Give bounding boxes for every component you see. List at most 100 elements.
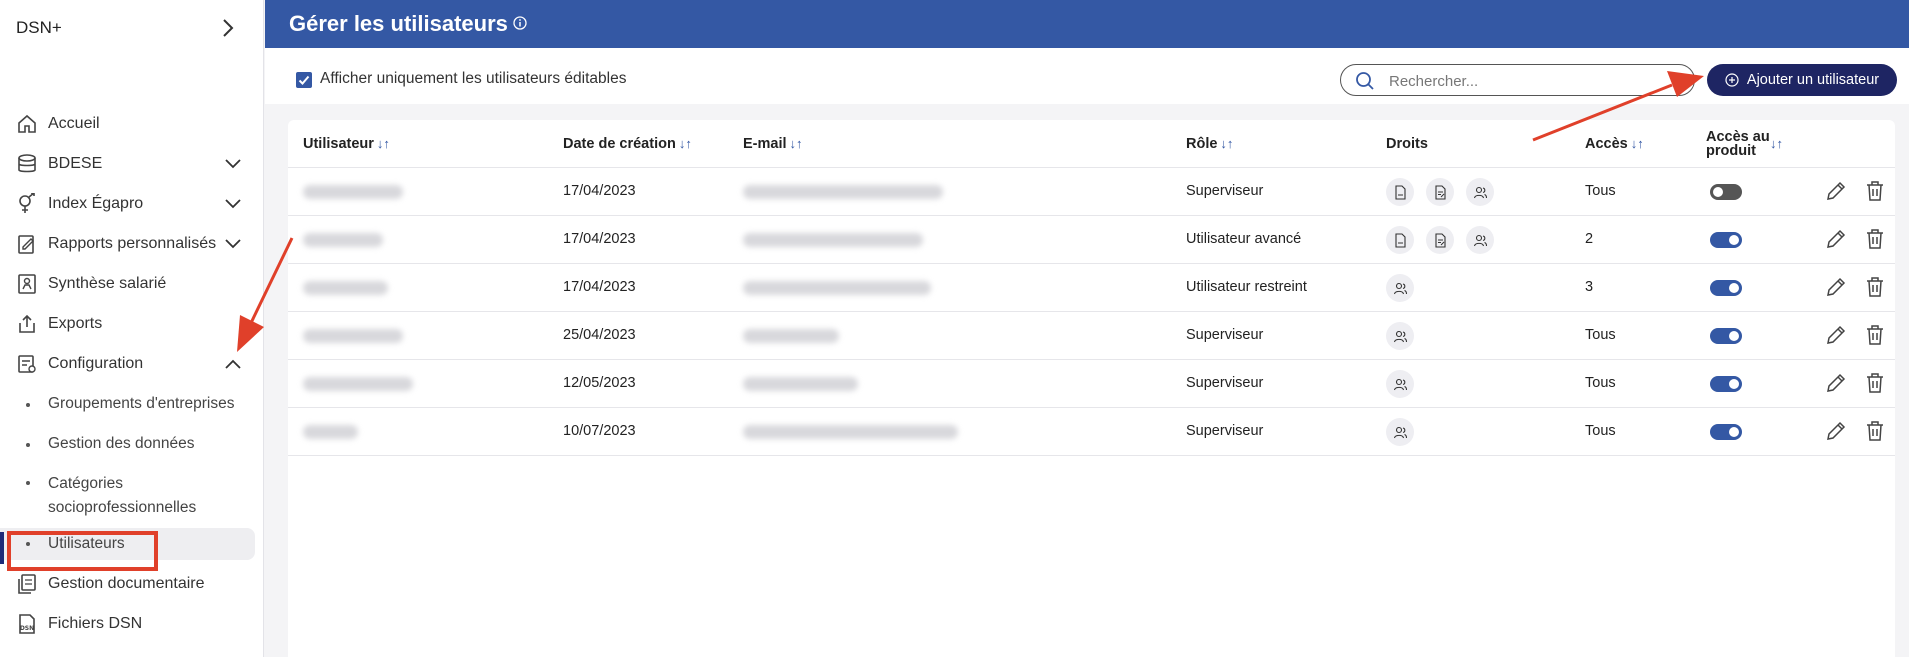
email-redacted [743,425,958,439]
trash-icon[interactable] [1864,372,1886,394]
users-icon[interactable] [1386,274,1414,302]
user-role: Superviseur [1186,183,1264,199]
trash-icon[interactable] [1864,180,1886,202]
sidebar-item-label: BDESE [48,155,103,172]
users-icon[interactable] [1466,178,1494,206]
users-icon[interactable] [1386,322,1414,350]
search-input[interactable] [1389,71,1679,91]
sort-glyph: ↓↑ [1770,136,1783,151]
sidebar-item-accueil[interactable]: Accueil [0,104,264,144]
chevron-right-icon[interactable] [218,16,238,40]
product-access-toggle[interactable] [1710,376,1742,392]
creation-date: 12/05/2023 [563,375,636,391]
users-icon[interactable] [1466,226,1494,254]
trash-icon[interactable] [1864,276,1886,298]
sidebar-subitem-gestion-donnees[interactable]: Gestion des données [0,424,264,464]
table-row[interactable]: 17/04/2023 Utilisateur avancé 2 [288,216,1895,264]
sidebar-subitem-groupements[interactable]: Groupements d'entreprises [0,384,264,424]
sidebar-item-bdese[interactable]: BDESE [0,144,264,184]
table-row[interactable]: 10/07/2023 Superviseur Tous [288,408,1895,456]
pencil-icon[interactable] [1825,372,1847,394]
sidebar-subitem-label: Gestion des données [48,435,195,452]
table-row[interactable]: 17/04/2023 Superviseur Tous [288,168,1895,216]
trash-icon[interactable] [1864,420,1886,442]
sidebar-subitem-categories[interactable]: Catégories socioprofessionnelles [0,464,264,528]
chevron-down-icon[interactable] [224,156,242,172]
header-label: Droits [1386,136,1428,152]
column-header-role[interactable]: Rôle ↓↑ [1186,136,1233,152]
email-redacted [743,185,943,199]
bullet [26,403,30,407]
pdf-doc-icon[interactable] [1386,178,1414,206]
creation-date: 10/07/2023 [563,423,636,439]
sort-icon[interactable]: ↓↑ [790,136,803,151]
creation-date: 17/04/2023 [563,231,636,247]
pencil-icon[interactable] [1825,420,1847,442]
documents-icon [18,574,36,594]
column-header-email[interactable]: E-mail ↓↑ [743,136,803,152]
sidebar-item-label: Gestion documentaire [48,575,205,592]
column-header-access[interactable]: Accès ↓↑ [1585,136,1644,152]
info-icon[interactable] [513,16,527,30]
pencil-icon[interactable] [1825,324,1847,346]
chevron-up-icon[interactable] [224,356,242,372]
home-icon [18,114,36,133]
trash-icon[interactable] [1864,324,1886,346]
header-label: E-mail [743,136,787,152]
pdf-doc-icon[interactable] [1386,226,1414,254]
product-access-toggle[interactable] [1710,328,1742,344]
sort-icon[interactable]: ↓↑ [1220,136,1233,151]
user-name-redacted [303,185,403,199]
product-access-toggle[interactable] [1710,232,1742,248]
bullet [26,443,30,447]
users-icon[interactable] [1386,418,1414,446]
sidebar-item-fichiers-dsn[interactable]: DSN Fichiers DSN [0,604,264,644]
sidebar-subitem-label: Groupements d'entreprises [48,395,235,412]
column-header-created[interactable]: Date de création ↓↑ [563,136,692,152]
search-icon [1356,72,1374,90]
users-icon[interactable] [1386,370,1414,398]
gender-icon [19,193,35,213]
pencil-icon[interactable] [1825,180,1847,202]
sidebar-item-synthese-salarie[interactable]: Synthèse salarié [0,264,264,304]
edit-doc-icon[interactable] [1426,226,1454,254]
trash-icon[interactable] [1864,228,1886,250]
sidebar-item-rapports[interactable]: Rapports personnalisés [0,224,264,264]
table-row[interactable]: 25/04/2023 Superviseur Tous [288,312,1895,360]
sort-icon[interactable]: ↓↑ [1767,136,1783,152]
user-role: Utilisateur avancé [1186,231,1302,247]
plus-circle-icon [1725,73,1739,87]
sidebar-item-configuration[interactable]: Configuration [0,344,264,384]
sort-icon[interactable]: ↓↑ [377,136,390,151]
add-user-button[interactable]: Ajouter un utilisateur [1707,64,1897,96]
product-access-toggle[interactable] [1710,280,1742,296]
access-value: 3 [1585,279,1594,295]
pencil-icon[interactable] [1825,228,1847,250]
search-box[interactable] [1340,64,1695,96]
product-access-toggle[interactable] [1710,424,1742,440]
sidebar-item-exports[interactable]: Exports [0,304,264,344]
users-table: Utilisateur ↓↑ Date de création ↓↑ E-mail ↓… [288,120,1895,657]
email-redacted [743,329,839,343]
table-row[interactable]: 12/05/2023 Superviseur Tous [288,360,1895,408]
sidebar-item-label: Fichiers DSN [48,615,143,632]
annotation-highlight-box [7,531,158,571]
add-user-label: Ajouter un utilisateur [1746,72,1880,88]
header-label: Rôle [1186,136,1218,152]
dsn-icon-text: DSN [20,625,34,632]
email-redacted [743,233,923,247]
chevron-down-icon[interactable] [224,196,242,212]
chevron-down-icon[interactable] [224,236,242,252]
column-header-user[interactable]: Utilisateur ↓↑ [303,136,390,152]
sidebar-item-index-egapro[interactable]: Index Égapro [0,184,264,224]
email-redacted [743,377,858,391]
sort-icon[interactable]: ↓↑ [679,136,692,151]
config-icon [18,355,36,373]
pencil-icon[interactable] [1825,276,1847,298]
product-access-toggle[interactable] [1710,184,1742,200]
edit-doc-icon[interactable] [1426,178,1454,206]
sort-icon[interactable]: ↓↑ [1631,136,1644,151]
table-row[interactable]: 17/04/2023 Utilisateur restreint 3 [288,264,1895,312]
editable-users-checkbox[interactable] [296,72,312,88]
sidebar-item-label: Configuration [48,355,144,372]
